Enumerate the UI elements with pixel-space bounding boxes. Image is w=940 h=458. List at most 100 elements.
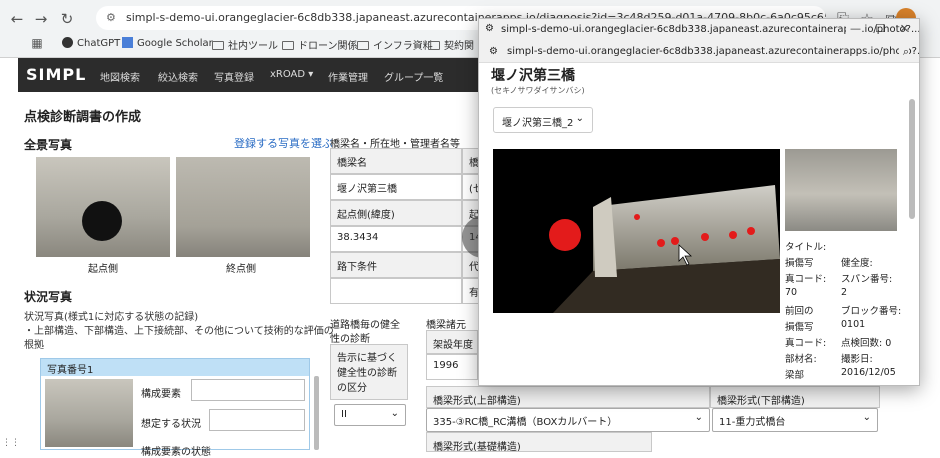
damage-marker-large	[549, 219, 581, 251]
maximize-icon[interactable]: ☐	[875, 22, 885, 35]
page-title: 点検診断調書の作成	[24, 110, 142, 125]
meta-right-4: 0101	[841, 319, 866, 330]
nav-group-list[interactable]: グループ一覧	[384, 69, 443, 84]
component-input[interactable]	[191, 379, 305, 401]
apps-grid-icon[interactable]: ▦	[26, 32, 48, 54]
meta-left-8: 梁部	[785, 370, 805, 381]
chevron-down-icon: ⌄	[390, 408, 399, 419]
meta-left-2: 真コード:	[785, 274, 827, 285]
chevron-down-icon: ⌄	[694, 412, 703, 423]
folder-icon	[282, 41, 294, 50]
status-description-3: 根拠	[24, 340, 44, 351]
select-photo-link[interactable]: 登録する写真を選ぶ	[234, 135, 333, 151]
folder-icon	[428, 41, 440, 50]
health-select[interactable]: II ⌄	[334, 404, 406, 426]
meta-right-7: 2016/12/05	[841, 367, 896, 378]
meta-left-5: 損傷写	[785, 322, 814, 333]
zoom-icon[interactable]: ⌕	[898, 45, 909, 59]
panel-scrollbar[interactable]	[314, 376, 319, 450]
photo-popup-window: ⚙ simpl-s-demo-ui.orangeglacier-6c8db338…	[478, 18, 920, 386]
expected-condition-input[interactable]	[209, 409, 305, 431]
upper-structure-select[interactable]: 335-③RC橋_RC溝橋（BOXカルバート） ⌄	[426, 408, 710, 432]
nav-task-management[interactable]: 作業管理	[328, 69, 368, 84]
forward-icon[interactable]: →	[30, 8, 52, 30]
popup-photo-thumbnail[interactable]	[785, 149, 897, 231]
start-lat-label: 起点側(緯度)	[330, 200, 462, 226]
popup-titlebar: ⚙ simpl-s-demo-ui.orangeglacier-6c8db338…	[479, 19, 919, 41]
bridge-name-label: 橋梁名	[330, 148, 462, 174]
meta-right-3: ブロック番号:	[841, 306, 902, 317]
reload-icon[interactable]: ↻	[56, 8, 78, 30]
caret-down-icon: ▾	[308, 69, 314, 80]
culvert-opening	[82, 201, 122, 241]
bookmark-folder-4[interactable]: 契約関	[428, 37, 474, 52]
chatgpt-icon	[62, 37, 73, 48]
damage-marker	[634, 214, 640, 220]
popup-bridge-kana: (セキノサワダイサンバシ)	[491, 86, 585, 95]
bookmark-folder-2[interactable]: ドローン関係	[282, 37, 358, 52]
health-label-box: 告示に基づく 健全性の診断 の区分	[330, 344, 408, 400]
status-section-title: 状況写真	[24, 290, 73, 304]
health-title-1: 道路橋毎の健全	[330, 320, 400, 331]
ground-surface	[553, 259, 780, 313]
start-lat-value: 38.3434	[330, 226, 462, 252]
meta-right-1: スパン番号:	[841, 274, 893, 285]
overview-section-title: 全景写真	[24, 138, 73, 152]
meta-right-2: 2	[841, 287, 848, 298]
folder-icon	[357, 41, 369, 50]
meta-right-0: 健全度:	[841, 258, 873, 269]
upper-structure-label: 橋梁形式(上部構造)	[426, 386, 710, 408]
photo-set-dropdown[interactable]: 堰ノ沢第三橋_2 ⌄	[493, 107, 593, 133]
minimize-icon[interactable]: —	[846, 22, 861, 35]
point-cloud-viewer[interactable]	[493, 149, 780, 313]
specs-title: 橋梁諸元	[426, 320, 466, 331]
meta-left-1: 損傷写	[785, 258, 814, 269]
status-photo-thumbnail[interactable]	[45, 379, 133, 447]
photo-panel: 写真番号1 構成要素 想定する状況 構成要素の状態	[40, 358, 310, 458]
lower-structure-select[interactable]: 11-重力式橋台 ⌄	[712, 408, 878, 432]
popup-address-text: simpl-s-demo-ui.orangeglacier-6c8db338.j…	[507, 46, 920, 57]
chevron-down-icon: ⌄	[575, 113, 584, 124]
bookmark-google-scholar[interactable]: Google Scholar	[122, 37, 213, 49]
popup-address-bar[interactable]: ⚙ simpl-s-demo-ui.orangeglacier-6c8db338…	[479, 41, 919, 63]
bridge-name-value: 堰ノ沢第三橋	[330, 174, 462, 200]
app-logo[interactable]: SIMPL	[26, 65, 86, 84]
point-cloud-render	[549, 185, 780, 313]
meta-left-4: 前回の	[785, 306, 814, 317]
status-description-1: 状況写真(様式1に対応する状態の記録)	[24, 312, 199, 323]
nav-xroad[interactable]: xROAD ▾	[270, 69, 313, 80]
close-icon[interactable]: ✕	[900, 22, 909, 35]
health-box-line-2: 健全性の診断	[337, 368, 397, 379]
drag-handle-icon[interactable]: ⋮⋮	[2, 438, 20, 448]
bookmark-chatgpt[interactable]: ChatGPT	[62, 37, 120, 49]
lower-structure-label: 橋梁形式(下部構造)	[710, 386, 880, 408]
bookmark-folder-3[interactable]: インフラ資料	[357, 37, 433, 52]
photo-number-header: 写真番号1	[41, 359, 309, 376]
under-road-value	[330, 278, 462, 304]
caption-start: 起点側	[88, 264, 118, 275]
meta-left-6: 真コード:	[785, 338, 827, 349]
scholar-icon	[122, 37, 133, 48]
meta-right-5: 点検回数: 0	[841, 338, 892, 349]
year-value: 1996	[426, 354, 478, 380]
nav-filter-search[interactable]: 絞込検索	[158, 69, 198, 84]
year-label: 架設年度	[426, 330, 478, 354]
bookmark-folder-1[interactable]: 社内ツール	[212, 37, 278, 52]
nav-photo-register[interactable]: 写真登録	[214, 69, 254, 84]
component-label: 構成要素	[141, 389, 181, 400]
caption-end: 終点側	[226, 264, 256, 275]
meta-right-6: 撮影日:	[841, 354, 873, 365]
back-icon[interactable]: ←	[6, 8, 28, 30]
meta-left-3: 70	[785, 287, 798, 298]
damage-marker	[747, 227, 755, 235]
site-info-icon[interactable]: ⚙	[106, 6, 116, 30]
damage-marker	[671, 237, 679, 245]
popup-scrollbar[interactable]	[909, 99, 915, 219]
popup-bridge-name: 堰ノ沢第三橋	[491, 68, 575, 84]
chevron-down-icon: ⌄	[862, 412, 871, 423]
overview-photo-start[interactable]	[36, 157, 170, 257]
overview-photo-end[interactable]	[176, 157, 310, 257]
nav-map-search[interactable]: 地図検索	[100, 69, 140, 84]
health-box-line-1: 告示に基づく	[337, 353, 397, 364]
health-box-line-3: の区分	[337, 383, 367, 394]
